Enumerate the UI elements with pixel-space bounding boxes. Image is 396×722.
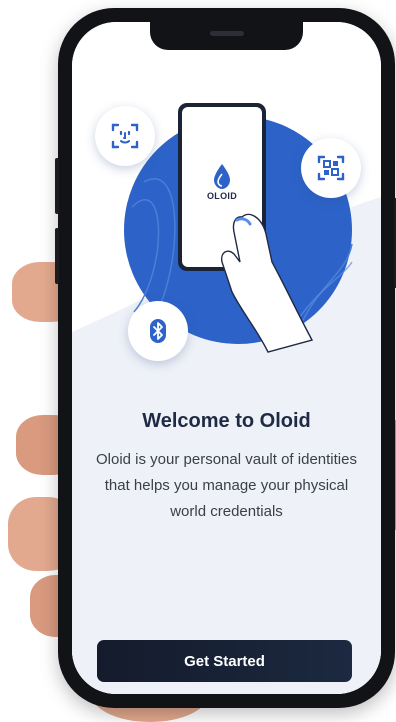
phone-notch	[150, 22, 303, 50]
welcome-title: Welcome to Oloid	[142, 410, 311, 432]
face-scan-badge	[95, 106, 155, 166]
get-started-button[interactable]: Get Started	[97, 640, 352, 682]
welcome-description: Oloid is your personal vault of identiti…	[96, 451, 357, 520]
app-logo-text: OLOID	[207, 191, 237, 201]
phone-device: OLOID Welcome to Oloid Oloid is your per…	[55, 8, 396, 708]
bluetooth-icon	[150, 319, 166, 343]
earpiece-speaker	[210, 31, 244, 36]
hero-illustration	[124, 103, 353, 353]
qr-scan-icon	[317, 155, 345, 181]
volume-down-button	[55, 228, 59, 284]
face-scan-icon	[111, 123, 139, 149]
phone-screen: OLOID Welcome to Oloid Oloid is your per…	[72, 22, 381, 694]
volume-up-button	[55, 158, 59, 214]
bluetooth-badge	[128, 301, 188, 361]
qr-scan-badge	[301, 138, 361, 198]
